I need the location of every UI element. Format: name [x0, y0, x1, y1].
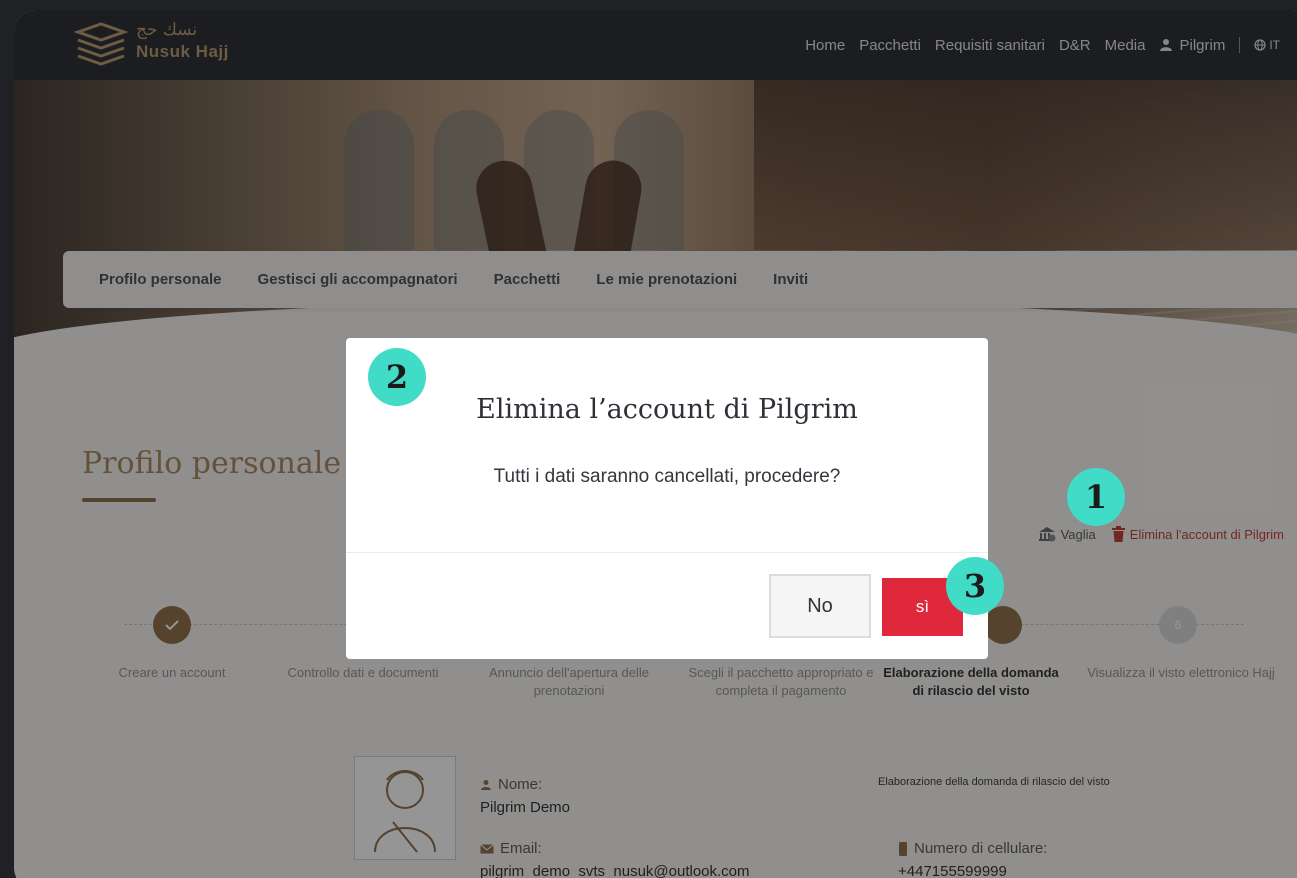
- annotation-marker-1: 1: [1067, 468, 1125, 526]
- dialog-divider: [346, 552, 988, 553]
- annotation-marker-3: 3: [946, 557, 1004, 615]
- dialog-message: Tutti i dati saranno cancellati, procede…: [493, 466, 841, 487]
- annotation-marker-2: 2: [368, 348, 426, 406]
- no-button[interactable]: No: [769, 574, 871, 638]
- dialog-title: Elimina l’account di Pilgrim: [476, 394, 858, 425]
- delete-account-dialog: Elimina l’account di Pilgrim Tutti i dat…: [346, 338, 988, 659]
